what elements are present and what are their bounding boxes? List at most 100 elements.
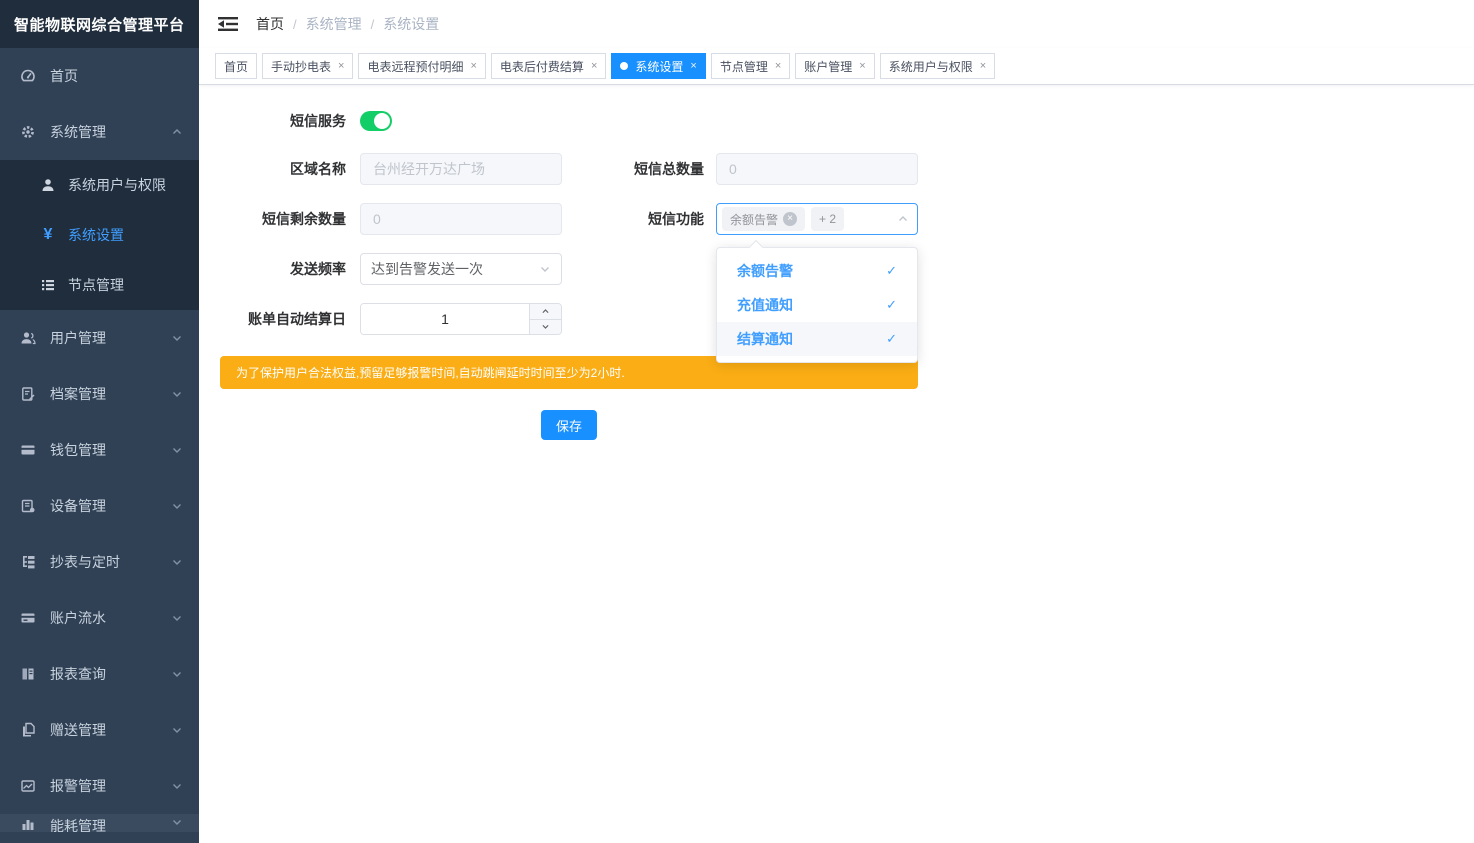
breadcrumb: 首页 / 系统管理 / 系统设置 — [256, 14, 439, 34]
sms-total-input[interactable] — [716, 153, 918, 185]
tab-node-mgmt[interactable]: 节点管理× — [711, 53, 790, 79]
sidebar-item-energy-mgmt[interactable]: 能耗管理 — [0, 814, 199, 832]
close-tab-icon[interactable]: × — [690, 61, 696, 72]
tab-system-users[interactable]: 系统用户与权限× — [880, 53, 995, 79]
app-title: 智能物联网综合管理平台 — [0, 0, 199, 48]
sidebar-item-node-mgmt[interactable]: 节点管理 — [0, 260, 199, 310]
sms-remain-label: 短信剩余数量 — [220, 209, 346, 229]
sidebar-item-account-flow[interactable]: 账户流水 — [0, 590, 199, 646]
sms-function-select[interactable]: 余额告警× + 2 — [716, 203, 918, 235]
sms-service-toggle[interactable] — [360, 111, 392, 131]
chevron-down-icon — [171, 332, 183, 344]
option-label: 结算通知 — [737, 329, 793, 349]
selected-tag: 余额告警× — [722, 207, 805, 231]
tab-account-mgmt[interactable]: 账户管理× — [795, 53, 874, 79]
main-area: 首页 / 系统管理 / 系统设置 首页 手动抄电表 × 电表远程预付明细× 电表后… — [199, 0, 1474, 843]
sidebar-item-label: 系统管理 — [50, 122, 106, 142]
sidebar-item-gift-mgmt[interactable]: 赠送管理 — [0, 702, 199, 758]
sidebar-item-label: 报警管理 — [50, 776, 106, 796]
sms-function-dropdown: 余额告警✓ 充值通知✓ 结算通知✓ — [716, 247, 918, 363]
sidebar-item-label: 节点管理 — [68, 275, 124, 295]
close-tab-icon[interactable]: × — [859, 61, 865, 72]
sidebar-item-label: 抄表与定时 — [50, 552, 120, 572]
sidebar-item-wallet-mgmt[interactable]: 钱包管理 — [0, 422, 199, 478]
breadcrumb-home[interactable]: 首页 — [256, 14, 284, 34]
tab-manual-meter[interactable]: 手动抄电表 × — [262, 53, 353, 79]
breadcrumb-system-mgmt[interactable]: 系统管理 — [306, 14, 362, 34]
sms-total-label: 短信总数量 — [562, 159, 704, 179]
yen-icon: ¥ — [40, 227, 56, 243]
report-icon — [20, 666, 36, 682]
list-icon — [40, 277, 56, 293]
sidebar-item-alarm-mgmt[interactable]: 报警管理 — [0, 758, 199, 814]
breadcrumb-current: 系统设置 — [383, 14, 439, 34]
sms-service-label: 短信服务 — [220, 111, 346, 131]
collapse-sidebar-icon[interactable] — [218, 16, 238, 32]
sidebar-item-meter-reading[interactable]: 抄表与定时 — [0, 534, 199, 590]
tree-icon — [20, 554, 36, 570]
area-name-input[interactable] — [360, 153, 562, 185]
bar-chart-icon — [20, 816, 36, 832]
tab-system-settings[interactable]: 系统设置× — [611, 53, 705, 79]
device-icon — [20, 498, 36, 514]
sidebar-item-report-query[interactable]: 报表查询 — [0, 646, 199, 702]
select-value: 达到告警发送一次 — [371, 259, 539, 279]
sidebar-item-archive-mgmt[interactable]: 档案管理 — [0, 366, 199, 422]
send-frequency-label: 发送频率 — [220, 259, 346, 279]
send-frequency-select[interactable]: 达到告警发送一次 — [360, 253, 562, 285]
close-tab-icon[interactable]: × — [775, 61, 781, 72]
close-tab-icon[interactable]: × — [338, 61, 344, 72]
credit-card-icon — [20, 610, 36, 626]
check-icon: ✓ — [886, 297, 897, 313]
sidebar-item-label: 设备管理 — [50, 496, 106, 516]
sidebar-item-system-users[interactable]: 系统用户与权限 — [0, 160, 199, 210]
billing-day-label: 账单自动结算日 — [220, 309, 346, 329]
save-button[interactable]: 保存 — [541, 410, 597, 440]
area-name-label: 区域名称 — [220, 159, 346, 179]
sidebar-item-user-mgmt[interactable]: 用户管理 — [0, 310, 199, 366]
tab-label: 手动抄电表 — [271, 58, 331, 75]
sidebar: 智能物联网综合管理平台 首页 系统管理 系统用户与权限 ¥ 系统设置 节点管理 … — [0, 0, 199, 843]
sidebar-item-device-mgmt[interactable]: 设备管理 — [0, 478, 199, 534]
close-tab-icon[interactable]: × — [470, 61, 476, 72]
sidebar-item-system-mgmt[interactable]: 系统管理 — [0, 104, 199, 160]
toggle-knob — [374, 113, 390, 129]
close-tab-icon[interactable]: × — [980, 61, 986, 72]
option-label: 余额告警 — [737, 261, 793, 281]
billing-day-input[interactable] — [361, 304, 529, 334]
option-recharge-notice[interactable]: 充值通知✓ — [717, 288, 917, 322]
check-icon: ✓ — [886, 263, 897, 279]
chevron-down-icon — [171, 668, 183, 680]
chevron-down-icon — [171, 780, 183, 792]
more-count-tag: + 2 — [811, 207, 844, 231]
sidebar-item-label: 赠送管理 — [50, 720, 106, 740]
tab-postpay-settle[interactable]: 电表后付费结算× — [491, 53, 606, 79]
remove-tag-icon[interactable]: × — [783, 212, 797, 226]
sidebar-item-system-settings[interactable]: ¥ 系统设置 — [0, 210, 199, 260]
sidebar-item-label: 报表查询 — [50, 664, 106, 684]
sms-remain-input[interactable] — [360, 203, 562, 235]
users-icon — [20, 330, 36, 346]
top-header: 首页 / 系统管理 / 系统设置 — [199, 0, 1474, 48]
warning-text: 为了保护用户合法权益,预留足够报警时间,自动跳闸延时时间至少为2小时. — [236, 364, 625, 381]
document-copy-icon — [20, 722, 36, 738]
dropdown-arrow — [749, 240, 763, 254]
increase-icon[interactable] — [530, 304, 561, 320]
active-tab-dot — [620, 62, 628, 70]
sidebar-item-label: 档案管理 — [50, 384, 106, 404]
tab-home[interactable]: 首页 — [215, 53, 257, 79]
tab-remote-prepay-detail[interactable]: 电表远程预付明细× — [358, 53, 485, 79]
option-balance-alert[interactable]: 余额告警 ✓ — [717, 254, 917, 288]
sidebar-item-home[interactable]: 首页 — [0, 48, 199, 104]
chevron-down-icon — [171, 724, 183, 736]
close-tab-icon[interactable]: × — [591, 61, 597, 72]
billing-day-stepper — [360, 303, 562, 335]
tabs-bar: 首页 手动抄电表 × 电表远程预付明细× 电表后付费结算× 系统设置× 节点管理×… — [199, 48, 1474, 85]
chevron-down-icon — [539, 263, 551, 275]
chevron-down-icon — [171, 612, 183, 624]
option-settlement-notice[interactable]: 结算通知✓ — [717, 322, 917, 356]
decrease-icon[interactable] — [530, 320, 561, 335]
chevron-down-icon — [171, 556, 183, 568]
sidebar-item-label: 能耗管理 — [50, 816, 106, 832]
breadcrumb-separator: / — [293, 17, 297, 32]
